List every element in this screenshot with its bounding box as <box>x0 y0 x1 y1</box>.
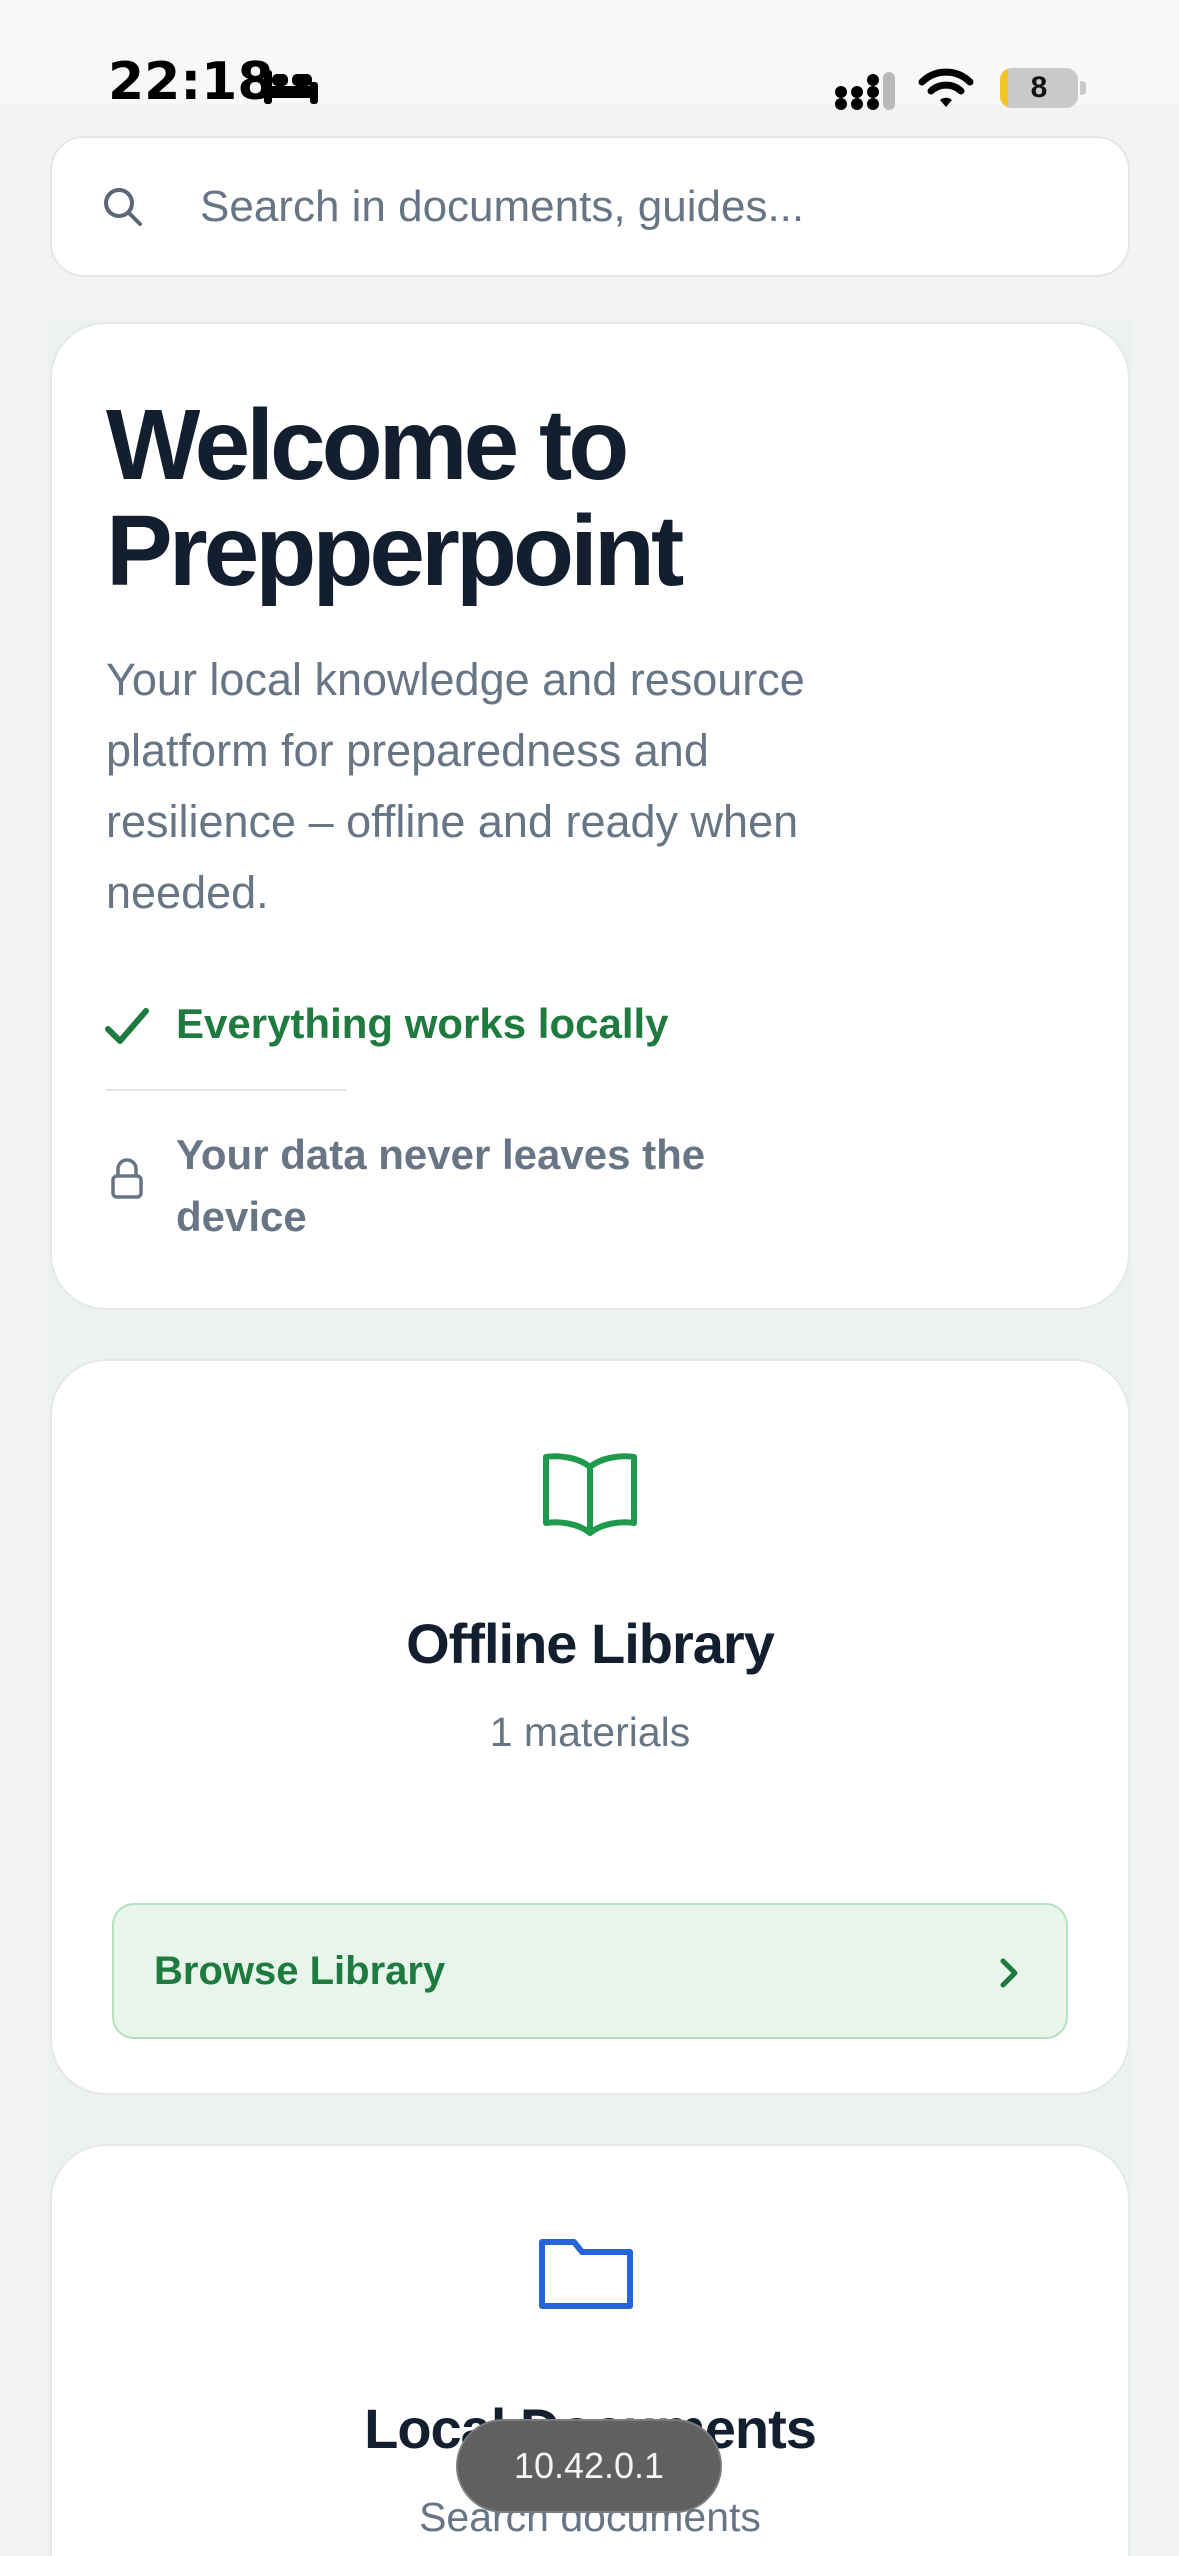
folder-icon <box>539 2239 633 2309</box>
library-count: 1 materials <box>489 1709 691 1755</box>
battery-level: 8 <box>1030 71 1048 104</box>
library-title: Offline Library <box>406 1612 775 1675</box>
sleep-focus-icon <box>264 70 318 104</box>
feature-divider <box>106 1089 346 1091</box>
status-time: 22:18 <box>108 52 274 112</box>
status-bar: 22:18 8 <box>0 0 1179 112</box>
welcome-title: Welcome to Prepperpoint <box>106 389 684 607</box>
battery-icon: 8 <box>1000 68 1086 108</box>
wifi-icon <box>918 68 974 107</box>
app-screen: 22:18 8 Search in documents, guides... W… <box>0 0 1179 2556</box>
feature-works-locally: Everything works locally <box>176 1000 669 1047</box>
browse-library-label: Browse Library <box>154 1949 446 1993</box>
battery-body: 8 <box>1000 68 1078 108</box>
chevron-right-icon <box>1000 1958 1018 1988</box>
search-bar[interactable] <box>50 136 1130 277</box>
search-input[interactable] <box>200 174 1080 240</box>
welcome-card: Welcome to Prepperpoint Your local knowl… <box>50 322 1130 1310</box>
lock-icon <box>111 1158 143 1199</box>
feature-data-private: Your data never leaves the device <box>176 1131 706 1240</box>
welcome-description: Your local knowledge and resource platfo… <box>106 654 805 918</box>
checkmark-icon <box>105 1008 149 1044</box>
battery-tip <box>1080 81 1086 95</box>
search-icon <box>104 188 142 226</box>
offline-library-card[interactable]: Offline Library 1 materials Browse Libra… <box>50 1359 1130 2095</box>
open-book-icon <box>543 1453 637 1536</box>
browse-library-button[interactable]: Browse Library <box>112 1903 1068 2039</box>
cellular-signal-icon <box>835 72 895 110</box>
address-pill[interactable]: 10.42.0.1 <box>456 2419 722 2513</box>
